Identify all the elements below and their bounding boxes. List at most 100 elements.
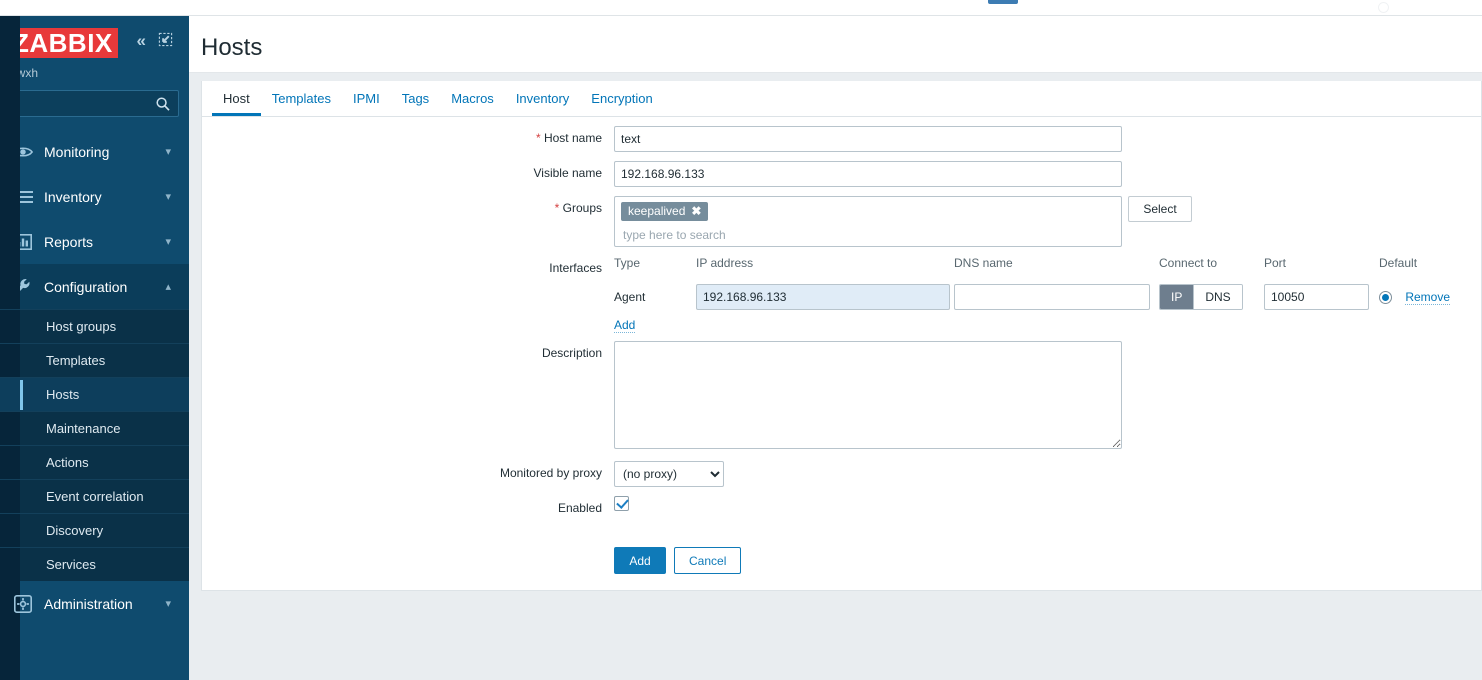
- groups-select-button[interactable]: Select: [1128, 196, 1192, 222]
- tab-inventory[interactable]: Inventory: [505, 82, 580, 116]
- sidebar-item-templates[interactable]: Templates: [0, 343, 189, 377]
- sidebar-item-inventory[interactable]: Inventory ▾: [0, 174, 189, 219]
- sidebar-item-configuration[interactable]: Configuration ▴: [0, 264, 189, 309]
- sidebar-item-label: Administration: [44, 595, 133, 612]
- visible-name-label: Visible name: [533, 166, 602, 180]
- sidebar-nav: Monitoring ▾ Inventory ▾ Reports ▾ Confi…: [0, 16, 189, 680]
- sidebar-subitem-label: Templates: [46, 353, 106, 368]
- main-content: Hosts Host Templates IPMI Tags Macros In…: [189, 16, 1482, 680]
- tab-ipmi[interactable]: IPMI: [342, 82, 391, 116]
- column-header-port: Port: [1264, 256, 1287, 270]
- label-text: Groups: [562, 201, 602, 215]
- add-interface-link[interactable]: Add: [614, 318, 636, 333]
- form-tabs: Host Templates IPMI Tags Macros Inventor…: [202, 81, 1481, 117]
- group-chip[interactable]: keepalived ✖: [621, 202, 709, 221]
- interface-port-input[interactable]: [1264, 284, 1369, 310]
- form-actions: Add Cancel: [614, 547, 1481, 574]
- groups-multiselect[interactable]: keepalived ✖: [614, 196, 1122, 247]
- interfaces-field-wrap: Type IP address DNS name Connect to Port…: [614, 256, 1482, 333]
- interface-connect-cell: IP DNS: [1159, 284, 1264, 310]
- monitored-by-proxy-field-wrap: (no proxy): [614, 461, 1481, 487]
- page-header: Hosts: [189, 16, 1482, 73]
- browser-chrome-strip: [0, 0, 1482, 16]
- tab-label: Inventory: [515, 91, 570, 106]
- field-row-description: Description: [202, 341, 1481, 452]
- sidebar-subitem-label: Host groups: [46, 319, 117, 334]
- tab-label: Encryption: [591, 91, 653, 106]
- sidebar-item-event-correlation[interactable]: Event correlation: [0, 479, 189, 513]
- required-marker: *: [554, 201, 560, 215]
- sidebar-item-label: Monitoring: [44, 143, 110, 160]
- chevron-down-icon: ▾: [165, 236, 171, 248]
- interface-type: Agent: [614, 290, 646, 304]
- sidebar-item-actions[interactable]: Actions: [0, 445, 189, 479]
- tab-label: Templates: [271, 91, 331, 106]
- description-label: Description: [541, 346, 602, 360]
- sidebar-item-label: Configuration: [44, 278, 128, 295]
- sidebar-item-discovery[interactable]: Discovery: [0, 513, 189, 547]
- sidebar-item-hosts[interactable]: Hosts: [0, 377, 189, 411]
- sidebar-item-host-groups[interactable]: Host groups: [0, 309, 189, 343]
- visible-name-input[interactable]: [614, 161, 1122, 187]
- connect-to-option-ip[interactable]: IP: [1160, 285, 1194, 309]
- tab-encryption[interactable]: Encryption: [580, 82, 663, 116]
- field-row-host-name: * Host name: [202, 126, 1481, 152]
- enabled-checkbox[interactable]: [614, 496, 629, 512]
- browser-control-icon: [1378, 2, 1389, 13]
- zabbix-logo[interactable]: ZABBIX: [8, 28, 118, 58]
- search-box[interactable]: [8, 90, 179, 117]
- groups-search-input[interactable]: [621, 227, 1115, 243]
- tab-label: Macros: [451, 91, 494, 106]
- host-form: * Host name Visible name: [202, 126, 1481, 574]
- label-text: Host name: [543, 131, 602, 145]
- page-title: Hosts: [201, 34, 263, 61]
- sidebar-item-label: Reports: [44, 233, 94, 250]
- monitored-by-proxy-select[interactable]: (no proxy): [614, 461, 724, 487]
- description-field-wrap: [614, 341, 1481, 452]
- collapse-panel-icon[interactable]: [158, 32, 173, 49]
- tab-tags[interactable]: Tags: [391, 82, 440, 116]
- field-row-monitored-by-proxy: Monitored by proxy (no proxy): [202, 461, 1481, 487]
- interface-dns-input[interactable]: [954, 284, 1150, 310]
- chevron-up-icon: ▴: [165, 281, 171, 293]
- host-name-label: * Host name: [202, 126, 614, 150]
- interface-ip-cell: [696, 284, 954, 310]
- interface-remove-link[interactable]: Remove: [1405, 289, 1451, 305]
- cancel-button[interactable]: Cancel: [674, 547, 742, 574]
- sidebar-controls: «: [137, 32, 173, 49]
- sidebar-item-label: Inventory: [44, 188, 102, 205]
- gear-icon: [10, 594, 36, 614]
- tab-templates[interactable]: Templates: [261, 82, 342, 116]
- tab-host[interactable]: Host: [212, 82, 261, 116]
- host-name-input[interactable]: [614, 126, 1122, 152]
- field-row-interfaces: Interfaces Type IP address DNS name Conn…: [202, 256, 1482, 333]
- host-form-card: Host Templates IPMI Tags Macros Inventor…: [201, 81, 1482, 591]
- interface-dns-cell: [954, 284, 1159, 310]
- sidebar-subitem-label: Discovery: [46, 523, 104, 538]
- sidebar-subitem-label: Actions: [46, 455, 89, 470]
- search-input[interactable]: [9, 91, 178, 116]
- configuration-submenu: Host groups Templates Hosts Maintenance …: [0, 16, 189, 680]
- sidebar-subitem-label: Hosts: [46, 387, 80, 402]
- groups-field-wrap: keepalived ✖ Select: [614, 196, 1481, 247]
- sidebar-item-services[interactable]: Services: [0, 547, 189, 581]
- interface-ip-input[interactable]: [696, 284, 950, 310]
- sidebar-item-monitoring[interactable]: Monitoring ▾: [0, 129, 189, 174]
- connect-to-option-dns[interactable]: DNS: [1193, 285, 1242, 309]
- sidebar-item-reports[interactable]: Reports ▾: [0, 219, 189, 264]
- interface-default-radio[interactable]: [1379, 291, 1392, 305]
- sidebar: ZABBIX « bwxh Monitoring ▾ Inventory ▾ R…: [0, 16, 189, 680]
- column-header-connect-to: Connect to: [1159, 256, 1218, 270]
- close-icon[interactable]: ✖: [691, 204, 701, 218]
- tab-macros[interactable]: Macros: [440, 82, 505, 116]
- tab-label: IPMI: [352, 91, 380, 106]
- description-textarea[interactable]: [614, 341, 1122, 449]
- required-marker: *: [535, 131, 541, 145]
- enabled-label: Enabled: [557, 501, 602, 515]
- interface-default-cell: Remove: [1379, 289, 1482, 305]
- sidebar-item-maintenance[interactable]: Maintenance: [0, 411, 189, 445]
- chevron-double-left-icon[interactable]: «: [137, 32, 146, 49]
- enabled-field-wrap: [614, 496, 1481, 512]
- submit-add-button[interactable]: Add: [614, 547, 666, 574]
- sidebar-item-administration[interactable]: Administration ▾: [0, 581, 189, 626]
